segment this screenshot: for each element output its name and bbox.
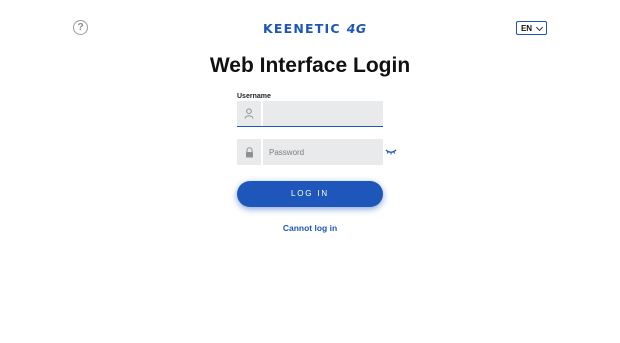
chevron-down-icon bbox=[536, 23, 544, 31]
cannot-login-link[interactable]: Cannot log in bbox=[0, 222, 620, 234]
keenetic-logo: KEENETIC 4G bbox=[263, 22, 367, 36]
username-field[interactable] bbox=[237, 101, 385, 127]
login-button[interactable]: LOG IN bbox=[237, 181, 383, 207]
language-label: EN bbox=[520, 23, 533, 33]
username-label: Username bbox=[237, 93, 271, 100]
user-icon bbox=[237, 101, 263, 126]
password-input[interactable] bbox=[263, 139, 385, 165]
language-selector[interactable]: EN bbox=[516, 21, 547, 35]
page-title: Web Interface Login bbox=[209, 54, 411, 77]
logo-brand: KEENETIC bbox=[263, 21, 341, 36]
eye-closed-icon[interactable] bbox=[385, 139, 397, 165]
logo-model: 4G bbox=[346, 21, 367, 36]
lock-icon bbox=[237, 139, 263, 165]
password-field[interactable] bbox=[237, 139, 397, 165]
username-input[interactable] bbox=[263, 101, 385, 126]
help-button[interactable]: ? bbox=[73, 20, 88, 35]
question-circle-icon: ? bbox=[77, 22, 84, 33]
